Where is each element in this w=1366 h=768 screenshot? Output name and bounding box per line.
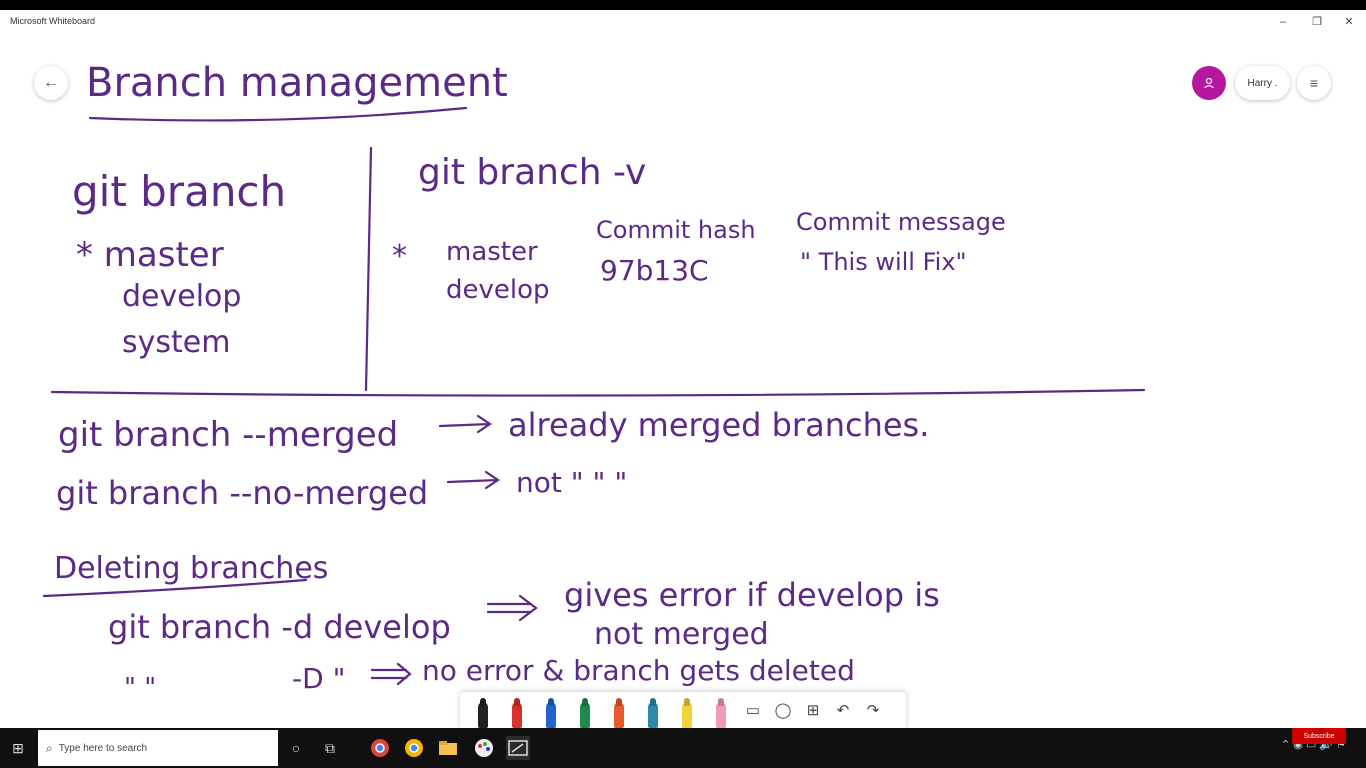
chrome-icon [405,739,423,757]
left-item-develop: develop [122,279,241,314]
cortana-button[interactable]: ○ [284,736,308,760]
ruler-icon: ▭ [745,702,761,719]
right-star: * [392,239,407,274]
redo-button[interactable]: ↷ [858,695,888,725]
taskbar-app-whiteboard[interactable] [506,736,530,760]
force-command-text: -D " [292,662,345,695]
close-button[interactable]: ✕ [1334,14,1364,30]
delete-arrow [486,594,538,622]
task-view-icon: ⧉ [325,739,335,756]
right-command-text: git branch -v [418,152,646,193]
tool-orange-pen[interactable] [602,692,636,728]
user-name-label: Harry . [1247,77,1278,89]
force-description: no error & branch gets deleted [422,654,855,687]
vertical-divider [364,146,373,392]
settings-menu-button[interactable]: ≡ [1297,66,1331,100]
commit-hash-value: 97b13C [600,254,709,287]
lasso-button[interactable]: ◯ [768,695,798,725]
minimize-button[interactable]: – [1268,14,1298,30]
taskbar-app-file-explorer[interactable] [436,736,460,760]
black-pen-icon [478,702,488,728]
left-command-text: git branch [72,167,286,216]
taskbar-app-chrome[interactable] [368,736,392,760]
delete-description-1: gives error if develop is [564,576,940,614]
teal-pen-icon [648,702,658,728]
folder-icon [439,741,457,755]
undo-button[interactable]: ↶ [828,695,858,725]
nomerged-description: not " " " [516,466,627,499]
task-view-button[interactable]: ⧉ [318,736,342,760]
ink-toolbar: ▭ ◯ ⊞ ↶ ↷ [460,692,906,728]
lasso-icon: ◯ [774,702,792,719]
force-ditto-marks: " " [124,673,156,703]
tool-red-pen[interactable] [500,692,534,728]
whiteboard-canvas[interactable]: Branch management git branch * master de… [0,34,1366,728]
right-branch-master: master [446,237,538,267]
tool-green-pen[interactable] [568,692,602,728]
subscribe-label: Subscribe [1303,732,1335,740]
left-item-master: * master [76,235,224,275]
palette-icon [475,739,493,757]
highlighter-icon [682,702,692,728]
eraser-icon [716,702,726,728]
heading-underline [88,106,468,122]
green-pen-icon [580,702,590,728]
commit-hash-label: Commit hash [596,216,756,244]
app-title: Microsoft Whiteboard [10,16,96,26]
maximize-button[interactable]: ❐ [1302,14,1332,30]
add-icon: ⊞ [806,702,820,719]
horizontal-divider [50,388,1146,397]
delete-description-2: not merged [594,617,769,652]
nomerged-arrow [446,470,500,490]
blue-pen-icon [546,702,556,728]
hamburger-icon: ≡ [1309,75,1319,91]
undo-icon: ↶ [836,702,850,719]
left-item-system: system [122,325,230,360]
ruler-button[interactable]: ▭ [738,695,768,725]
taskbar: ⊞ ⌕ Type here to search ○ ⧉ ⌃ ◉ ▭ 🔊 ⚑ Su… [0,728,1366,768]
tool-teal-pen[interactable] [636,692,670,728]
right-branch-develop: develop [446,275,550,305]
cortana-icon: ○ [291,740,301,756]
screen-top-border [0,0,1366,10]
commit-message-label: Commit message [796,208,1006,236]
tool-highlighter[interactable] [670,692,704,728]
user-avatar[interactable] [1192,66,1226,100]
tool-blue-pen[interactable] [534,692,568,728]
whiteboard-icon [508,740,528,756]
redo-icon: ↷ [866,702,880,719]
taskbar-search-box[interactable]: ⌕ Type here to search [38,730,278,766]
ink-layer: Branch management git branch * master de… [42,60,1146,703]
add-button[interactable]: ⊞ [798,695,828,725]
chrome-icon [371,739,389,757]
start-button[interactable]: ⊞ [6,736,30,760]
taskbar-app-paint[interactable] [472,736,496,760]
red-pen-icon [512,702,522,728]
tool-eraser[interactable] [704,692,738,728]
search-icon: ⌕ [46,740,53,755]
merged-command-text: git branch --merged [58,415,398,455]
delete-command-text: git branch -d develop [108,608,451,646]
taskbar-app-chrome-2[interactable] [402,736,426,760]
arrow-left-icon: ← [43,74,59,91]
person-icon [1204,77,1214,89]
commit-message-value: " This will Fix" [800,248,967,276]
subscribe-badge[interactable]: Subscribe [1292,728,1346,744]
user-name-button[interactable]: Harry . [1235,66,1290,100]
force-arrow [370,662,412,686]
heading-text: Branch management [86,60,508,106]
title-bar: Microsoft Whiteboard – ❐ ✕ [0,10,1366,35]
orange-pen-icon [614,702,624,728]
nomerged-command-text: git branch --no-merged [56,474,428,512]
merged-arrow [438,414,492,434]
merged-description: already merged branches. [508,406,929,444]
back-button[interactable]: ← [34,66,68,100]
tool-black-pen[interactable] [466,692,500,728]
windows-icon: ⊞ [12,739,24,756]
search-placeholder: Type here to search [58,742,148,754]
